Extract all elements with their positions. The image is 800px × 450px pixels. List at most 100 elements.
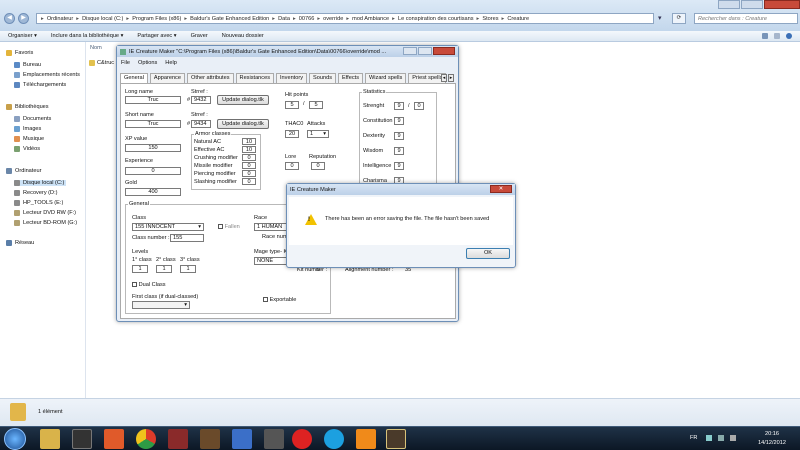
stat-field[interactable]: 9 <box>394 147 404 155</box>
skype-task-icon[interactable] <box>324 429 344 449</box>
back-icon[interactable]: ◀ <box>4 13 15 24</box>
breadcrumb-item[interactable]: mod Ambiance <box>352 16 389 22</box>
stat-field[interactable]: 9 <box>394 102 404 110</box>
nav-item[interactable]: Lecteur DVD RW (F:) <box>14 210 76 216</box>
strref-1-field[interactable]: 9432 <box>191 96 211 104</box>
update-dialog-button-2[interactable]: Update dialog.tlk <box>217 119 269 129</box>
tool-task-icon[interactable] <box>264 429 284 449</box>
tab-item[interactable]: Sounds <box>309 73 336 83</box>
breadcrumb-item[interactable]: 00766 <box>299 16 315 22</box>
tab-item[interactable]: Wizard spells <box>365 73 407 83</box>
nav-item[interactable]: Musique <box>14 136 44 142</box>
chevron-right-icon[interactable]: ▸ <box>293 16 296 22</box>
nav-item[interactable]: Ordinateur <box>6 168 41 174</box>
chevron-right-icon[interactable]: ▸ <box>477 16 480 22</box>
network-tray-icon[interactable] <box>718 435 724 441</box>
chevron-right-icon[interactable]: ▸ <box>126 16 129 22</box>
close-button[interactable] <box>764 0 800 9</box>
tab-item[interactable]: Effects <box>338 73 363 83</box>
tab-scroll-right-icon[interactable]: ▸ <box>448 74 454 82</box>
armor-field[interactable]: 0 <box>242 154 256 161</box>
view-icon[interactable] <box>762 33 768 39</box>
lore-field[interactable]: 0 <box>285 162 299 170</box>
tab-item[interactable]: Other attributes <box>186 73 234 83</box>
nav-item[interactable]: HP_TOOLS (E:) <box>14 200 63 206</box>
breadcrumb-item[interactable]: override <box>323 16 343 22</box>
breadcrumb[interactable]: ▸ Ordinateur ▸ Disque local (C:) ▸ Program Fi… <box>36 13 654 24</box>
attacks-select[interactable]: 1 ▾ <box>307 130 329 138</box>
tray-icon[interactable] <box>706 435 712 441</box>
breadcrumb-item[interactable]: Creature <box>507 16 529 22</box>
nav-item[interactable]: Emplacements récents <box>14 72 80 78</box>
window-close-button[interactable] <box>433 47 455 55</box>
hp-max-field[interactable]: 5 <box>309 101 323 109</box>
hp-current-field[interactable]: 5 <box>285 101 299 109</box>
command-button[interactable]: Inclure dans la bibliothèque ▾ <box>51 33 123 39</box>
nav-item[interactable]: Réseau <box>6 240 34 246</box>
armor-field[interactable]: 10 <box>242 138 256 145</box>
thaco-field[interactable]: 20 <box>285 130 299 138</box>
window-minimize-button[interactable] <box>403 47 417 55</box>
menu-item[interactable]: Options <box>138 60 157 66</box>
dialog-title-bar[interactable]: IE Creature Maker <box>287 184 515 195</box>
nav-item[interactable]: Vidéos <box>14 146 40 152</box>
window-maximize-button[interactable] <box>418 47 432 55</box>
breadcrumb-item[interactable]: Disque local (C:) <box>82 16 123 22</box>
chevron-right-icon[interactable]: ▸ <box>346 16 349 22</box>
dual-class-checkbox[interactable]: Dual Class <box>132 282 166 288</box>
menu-item[interactable]: Help <box>165 60 177 66</box>
chevron-right-icon[interactable]: ▸ <box>272 16 275 22</box>
chevron-right-icon[interactable]: ▸ <box>41 16 44 22</box>
exportable-checkbox[interactable]: Exportable <box>263 297 296 303</box>
stat-field[interactable]: 9 <box>394 117 404 125</box>
tab-scroll-left-icon[interactable]: ◂ <box>441 74 447 82</box>
chevron-right-icon[interactable]: ▸ <box>317 16 320 22</box>
ok-button[interactable]: OK <box>466 248 510 259</box>
command-button[interactable]: Nouveau dossier <box>222 33 264 39</box>
maximize-button[interactable] <box>741 0 763 9</box>
xp-field[interactable]: 150 <box>125 144 181 152</box>
experience-field[interactable]: 0 <box>125 167 181 175</box>
command-button[interactable]: Organiser ▾ <box>8 33 37 39</box>
class-number-field[interactable]: 155 <box>170 234 204 242</box>
first-class-select[interactable]: ▾ <box>132 301 190 309</box>
clock-time[interactable]: 20:16 <box>752 431 792 437</box>
long-name-field[interactable]: Truc <box>125 96 181 104</box>
armor-field[interactable]: 10 <box>242 146 256 153</box>
update-dialog-button-1[interactable]: Update dialog.tlk <box>217 95 269 105</box>
explorer-task-icon[interactable] <box>40 429 60 449</box>
clock-date[interactable]: 14/12/2012 <box>752 440 792 446</box>
help-icon[interactable] <box>786 33 792 39</box>
chevron-right-icon[interactable]: ▸ <box>392 16 395 22</box>
stat-field[interactable]: 9 <box>394 132 404 140</box>
level-field[interactable]: 1 <box>156 265 172 273</box>
fallen-checkbox[interactable]: Fallen <box>218 224 240 230</box>
tab-item[interactable]: General <box>120 73 148 83</box>
short-name-field[interactable]: Truc <box>125 120 181 128</box>
preview-pane-icon[interactable] <box>774 33 780 39</box>
command-button[interactable]: Graver <box>191 33 208 39</box>
menu-item[interactable]: File <box>121 60 130 66</box>
breadcrumb-item[interactable]: Ordinateur <box>47 16 73 22</box>
stat-field[interactable]: 9 <box>394 162 404 170</box>
armor-field[interactable]: 0 <box>242 170 256 177</box>
breadcrumb-item[interactable]: Le conspiration des courtisans <box>398 16 474 22</box>
vlc-task-icon[interactable] <box>356 429 376 449</box>
volume-icon[interactable] <box>730 435 736 441</box>
class-select[interactable]: 155 INNOCENT ▾ <box>132 223 204 231</box>
library-task-icon[interactable] <box>200 429 220 449</box>
gold-field[interactable]: 400 <box>125 188 181 196</box>
nav-item[interactable]: Recovery (D:) <box>14 190 58 196</box>
tab-item[interactable]: Inventory <box>276 73 308 83</box>
language-indicator[interactable]: FR <box>690 435 697 441</box>
breadcrumb-item[interactable]: Data <box>278 16 290 22</box>
media-task-icon[interactable] <box>72 429 92 449</box>
chevron-right-icon[interactable]: ▸ <box>502 16 505 22</box>
dropdown-icon[interactable]: ▾ <box>658 14 668 24</box>
tab-item[interactable]: Apparence <box>149 73 185 83</box>
nav-item[interactable]: Documents <box>14 116 51 122</box>
column-header-name[interactable]: Nom <box>90 45 102 51</box>
stat-extra-field[interactable]: 0 <box>414 102 424 110</box>
app-task-icon[interactable] <box>104 429 124 449</box>
game-task-icon[interactable] <box>386 429 406 449</box>
